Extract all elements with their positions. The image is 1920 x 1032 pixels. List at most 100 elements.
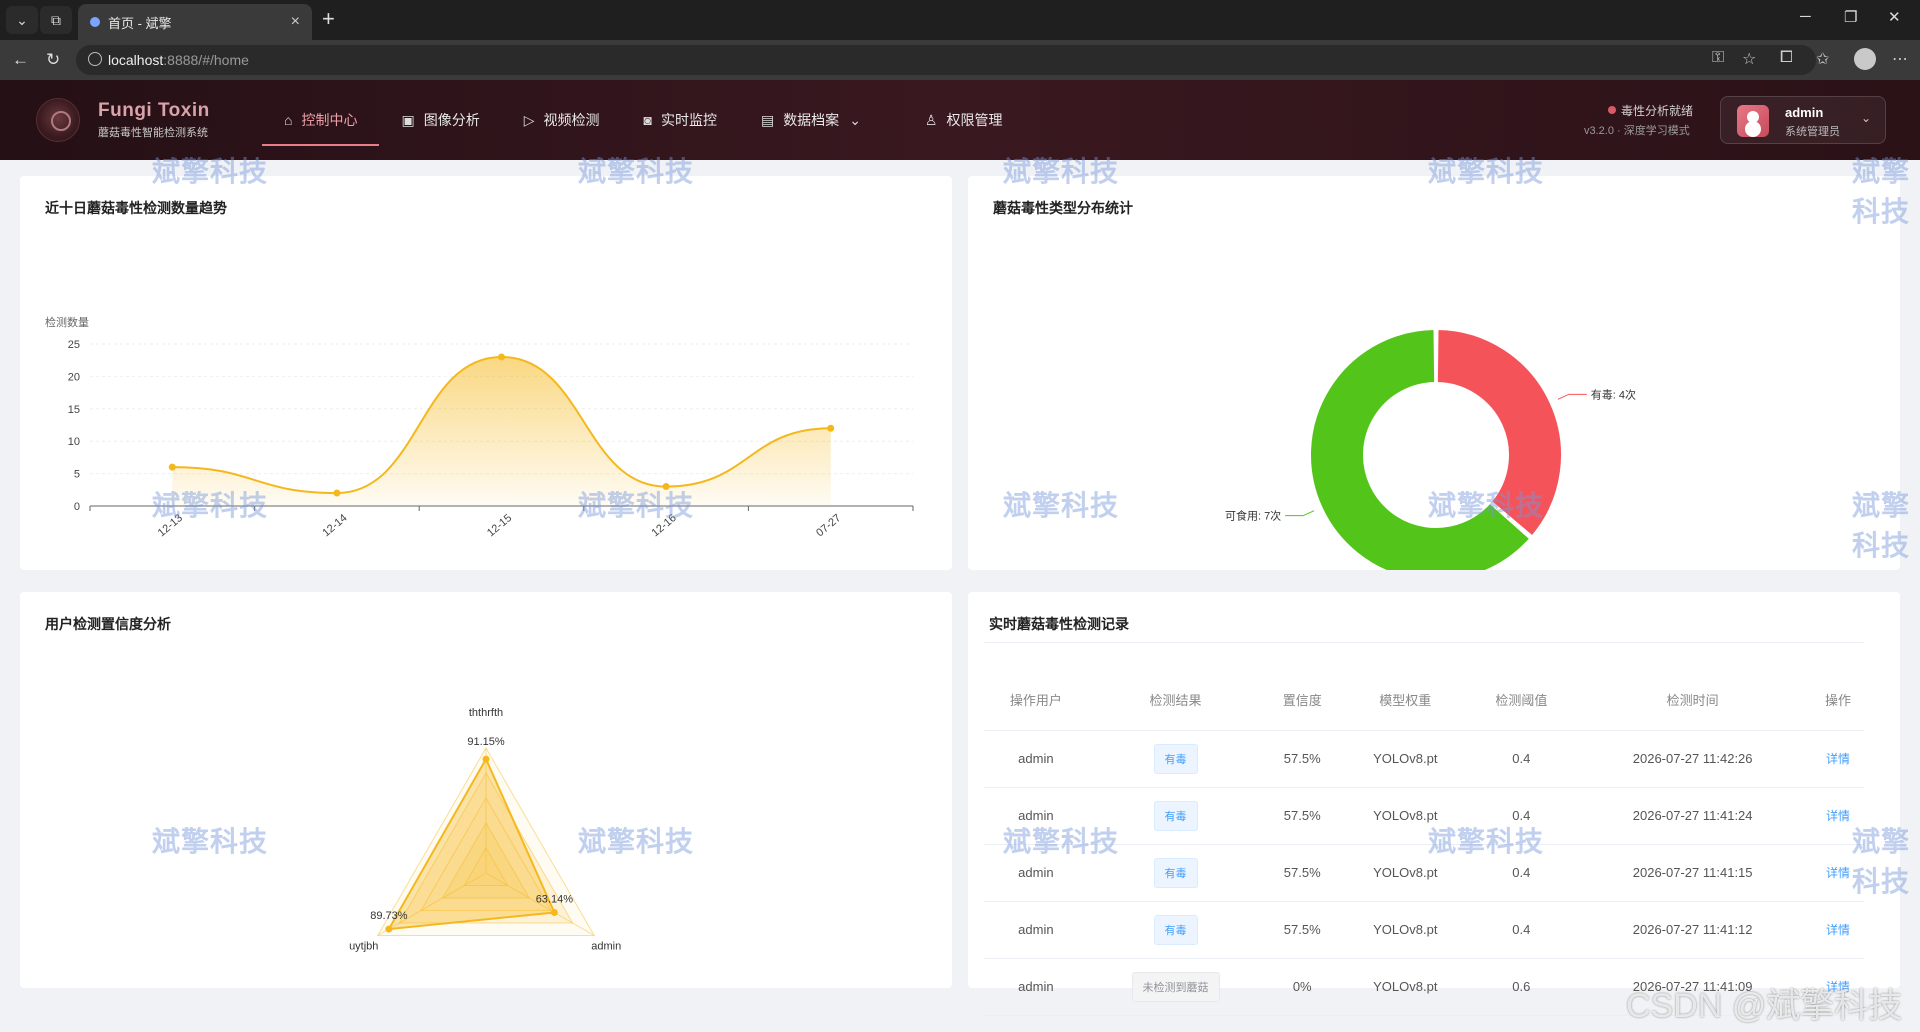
favorites-icon[interactable]: ✩ [1816,49,1829,69]
x-tick-label: 12-13 [156,512,185,539]
x-tick-label: 12-14 [320,512,349,539]
cell-text: 0.6 [1512,979,1531,994]
cell-text: admin [1018,865,1054,880]
detail-link[interactable]: 详情 [1826,752,1850,766]
cell-result: 未检测到蘑菇 [1087,958,1264,1016]
slice-label: 可食用: 7次 [1225,509,1281,523]
slice-label-line [1285,510,1315,517]
tab-list-button[interactable]: ⌄ [6,6,38,34]
nav-label: 权限管理 [946,112,1003,128]
cell-text: admin [1018,922,1054,937]
brand-subtitle: 蘑菇毒性智能检测系统 [98,127,208,139]
detail-link[interactable]: 详情 [1826,923,1850,937]
table-header-row: 操作用户 检测结果 置信度 模型权重 检测阈值 检测时间 操作 [984,670,1864,731]
records-title: 实时蘑菇毒性检测记录 [989,616,1129,632]
cell-text: 57.5% [1283,751,1321,766]
cell-time: 2026-07-27 11:41:15 [1573,844,1813,902]
y-tick-label: 20 [68,371,80,383]
result-tag: 有毒 [1153,857,1198,888]
donut-card: 蘑菇毒性类型分布统计 有毒: 4次可食用: 7次有毒可食用 [968,176,1900,570]
cell-user: admin [984,844,1088,902]
series-area [172,356,831,506]
column-header: 检测时间 [1573,670,1813,731]
back-icon[interactable]: ← [12,50,29,70]
minimize-icon[interactable]: ─ [1800,8,1811,25]
y-tick-label: 25 [68,339,80,351]
trend-chart: 检测数量 0 5 10 15 20 25 12-13 12-14 12-15 12-16 07-27 [45,315,914,539]
restore-icon[interactable]: ❐ [1844,8,1857,26]
cell-text: admin [1018,979,1054,994]
cell-user: admin [984,901,1088,959]
cell-time: 2026-07-27 11:42:26 [1573,730,1813,788]
column-header: 置信度 [1263,670,1342,731]
cell-op: 详情 [1812,787,1864,845]
close-window-icon[interactable]: ✕ [1888,8,1901,26]
cell-conf: 0% [1263,958,1342,1016]
column-header: 检测结果 [1087,670,1264,731]
nav-dashboard[interactable]: ⌂ 控制中心 [262,80,380,160]
nav-video-detection[interactable]: ▷ 视频检测 [502,80,622,160]
key-icon[interactable]: ⚿ [1712,49,1724,67]
user-role: 系统管理员 [1785,126,1840,138]
csdn-watermark: CSDN @斌擎科技 [1626,987,1903,1025]
profile-avatar[interactable] [1854,48,1876,70]
nav-label: 视频检测 [543,112,600,128]
nav-permissions[interactable]: ♙ 权限管理 [903,80,1025,160]
address-bar[interactable]: localhost:8888/#/home [76,45,1816,75]
column-header: 模型权重 [1341,670,1470,731]
star-icon[interactable]: ☆ [1742,49,1756,69]
reload-icon[interactable]: ↻ [46,50,60,70]
radar-indicator-name: ththrfth [469,707,503,719]
cell-thr: 0.4 [1469,844,1574,902]
cell-model: YOLOv8.pt [1341,958,1470,1016]
cell-user: admin [984,730,1088,788]
x-tick-label: 07-27 [814,512,843,539]
detail-link[interactable]: 详情 [1826,809,1850,823]
radar-indicator-name: uytjbh [349,941,378,953]
y-tick-label: 5 [74,469,80,481]
nav-realtime-monitor[interactable]: ◙ 实时监控 [621,80,738,160]
cell-text: YOLOv8.pt [1373,808,1438,823]
close-tab-icon[interactable]: × [291,13,300,31]
play-icon: ▷ [523,111,535,128]
nav-data-archive[interactable]: ▤ 数据档案 ⌄ [739,80,883,160]
cell-text: 0.4 [1512,865,1531,880]
data-point [662,483,670,491]
column-header: 操作 [1812,670,1864,731]
cell-text: 2026-07-27 11:41:15 [1632,865,1753,880]
table-row: admin 有毒 57.5% YOLOv8.pt 0.4 2026-07-27 11:41… [984,787,1864,845]
user-menu[interactable]: admin 系统管理员 ⌄ [1720,96,1886,144]
nav-label: 实时监控 [660,112,717,128]
site-info-icon[interactable] [88,52,102,66]
cell-text: admin [1018,751,1054,766]
donut-chart: 有毒: 4次可食用: 7次有毒可食用 [1225,328,1636,570]
cell-text: YOLOv8.pt [1373,865,1438,880]
result-tag: 有毒 [1153,743,1198,774]
column-header: 检测阈值 [1469,670,1574,731]
workspaces-button[interactable]: ⧉ [40,6,72,34]
cell-model: YOLOv8.pt [1341,787,1470,845]
result-tag: 有毒 [1153,800,1198,831]
extensions-icon[interactable]: ⧠ [1780,49,1793,67]
tab-title: 首页 - 斌擎 [108,15,172,31]
address-toolbar: ← ↻ localhost:8888/#/home ⚿ ☆ ⧠ ✩ ⋯ [0,40,1920,80]
browser-tab[interactable]: 首页 - 斌擎 × [78,4,312,40]
cell-user: admin [984,787,1088,845]
radar-point [482,755,490,763]
cell-time: 2026-07-27 11:41:24 [1573,787,1813,845]
radar-point [550,908,558,916]
detail-link[interactable]: 详情 [1826,866,1850,880]
nav-label: 数据档案 [783,112,840,128]
app-header: Fungi Toxin 蘑菇毒性智能检测系统 ⌂ 控制中心 ▣ 图像分析 ▷ 视频检测… [0,80,1920,160]
radar-point [385,925,393,933]
cell-conf: 57.5% [1263,844,1342,902]
cell-result: 有毒 [1087,730,1264,788]
nav-label: 控制中心 [301,112,358,128]
cell-text: admin [1018,808,1054,823]
cell-op: 详情 [1812,901,1864,959]
more-menu-icon[interactable]: ⋯ [1892,49,1908,69]
pie-slice [1435,328,1563,538]
nav-image-analysis[interactable]: ▣ 图像分析 [379,80,501,160]
cell-result: 有毒 [1087,901,1264,959]
new-tab-button[interactable]: + [322,6,335,32]
